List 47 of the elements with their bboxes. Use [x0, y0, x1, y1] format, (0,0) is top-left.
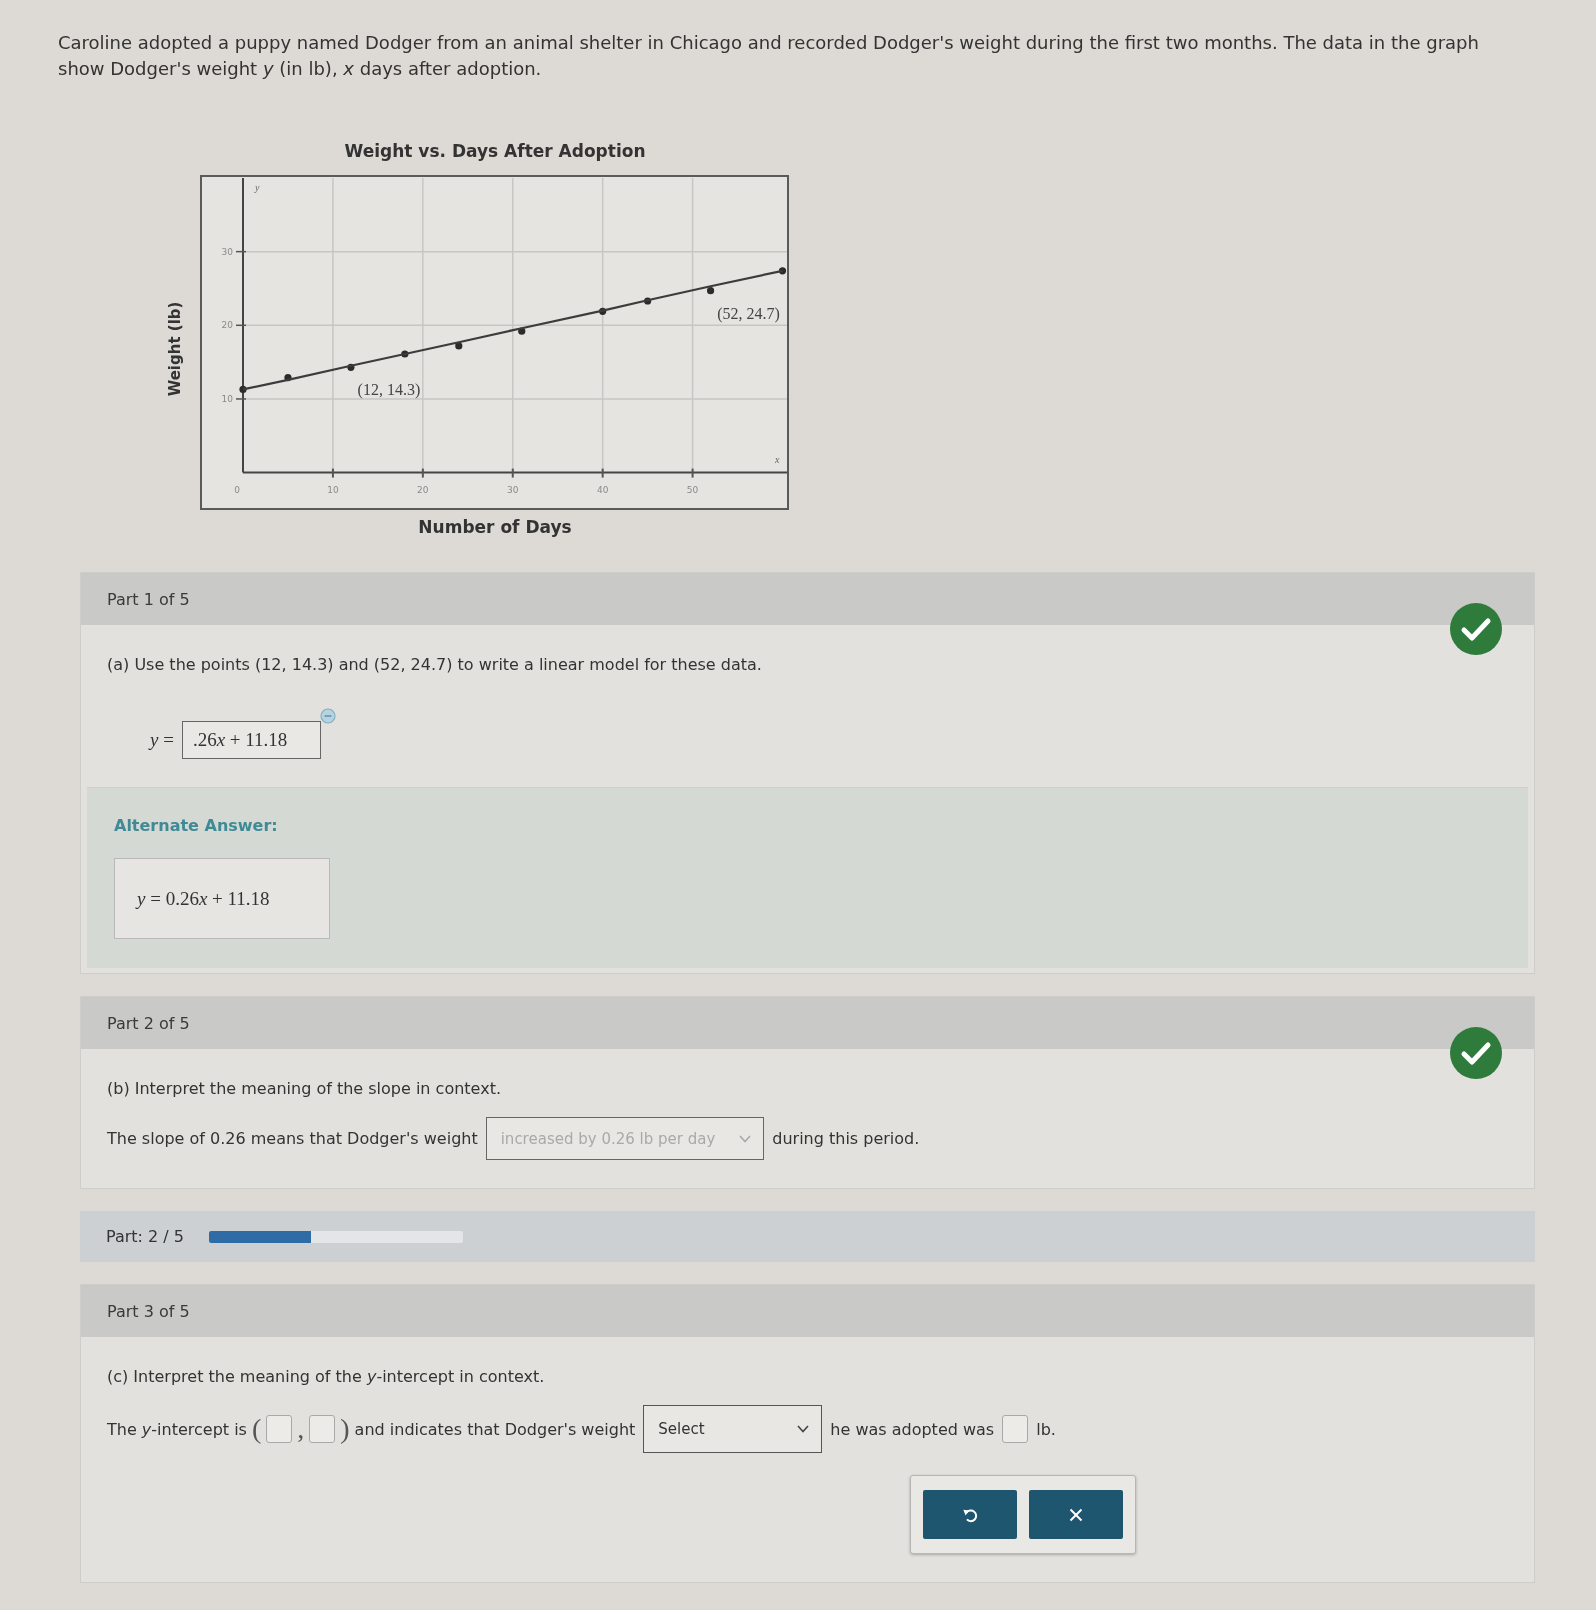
answer-field[interactable]: .26x + 11.18 — [181, 721, 321, 759]
sentence-text: and indicates that Dodger's weight — [354, 1419, 636, 1439]
y-axis-label: Weight (lb) — [166, 301, 184, 397]
point-label: (52, 24.7) — [717, 304, 780, 322]
sentence-text: The y-intercept is — [107, 1419, 247, 1439]
tick-label: 40 — [596, 485, 609, 495]
tick-label: 0 — [234, 485, 240, 495]
problem-text: Caroline adopted a puppy named Dodger from an animal shelter in Chicago and recorded Dodger's weight during the first two months. The data in the graph show Dodger's weight y (in lb), x days after adoption. — [58, 31, 1480, 81]
tick-label: 50 — [686, 485, 699, 495]
question-prompt: (a) Use the points (12, 14.3) and (52, 24.7) to write a linear model for these data. — [107, 654, 762, 676]
axis-symbol: y — [255, 182, 260, 193]
x-axis-label: Number of Days — [418, 517, 572, 537]
part-title: Part 1 of 5 — [107, 589, 190, 609]
sentence-text: lb. — [1036, 1419, 1056, 1439]
alternate-answer-title: Alternate Answer: — [114, 815, 278, 837]
chart-title: Weight vs. Days After Adoption — [344, 141, 646, 161]
answer-box[interactable] — [1002, 1415, 1029, 1443]
point-label: (12, 14.3) — [357, 381, 421, 399]
answer-box[interactable] — [266, 1415, 293, 1443]
tick-label: 20 — [221, 320, 233, 331]
math-symbol: , — [297, 1415, 305, 1443]
close-icon — [1069, 1507, 1083, 1522]
sentence-text: he was adopted was — [830, 1419, 995, 1439]
question-prompt: (c) Interpret the meaning of the y-intercept in context. — [107, 1366, 545, 1388]
part-title: Part 2 of 5 — [107, 1013, 190, 1033]
tick-label: 30 — [221, 246, 233, 257]
tick-label: 10 — [327, 485, 339, 495]
clear-button[interactable] — [1029, 1490, 1123, 1539]
question-prompt: (b) Interpret the meaning of the slope in context. — [107, 1078, 501, 1100]
math-symbol: ) — [340, 1415, 350, 1443]
progress-label: Part: 2 / 5 — [106, 1227, 184, 1246]
part-title: Part 3 of 5 — [107, 1301, 190, 1321]
tick-label: 30 — [507, 485, 519, 495]
answer-box[interactable] — [309, 1415, 336, 1443]
alternate-answer: y = 0.26x + 11.18 — [114, 858, 330, 939]
sentence-text: during this period. — [772, 1129, 920, 1148]
chevron-down-icon — [797, 1425, 810, 1433]
tick-label: 20 — [417, 485, 429, 495]
undo-button[interactable] — [923, 1490, 1017, 1539]
chevron-down-icon — [739, 1134, 752, 1143]
tick-label: 10 — [221, 393, 233, 404]
dropdown[interactable]: Select — [643, 1405, 823, 1453]
equation-label: y = — [150, 729, 174, 751]
sentence-text: The slope of 0.26 means that Dodger's weight — [107, 1129, 478, 1148]
math-symbol: ( — [251, 1415, 262, 1443]
axis-symbol: x — [775, 453, 780, 465]
minus-circle-icon[interactable] — [319, 708, 336, 724]
